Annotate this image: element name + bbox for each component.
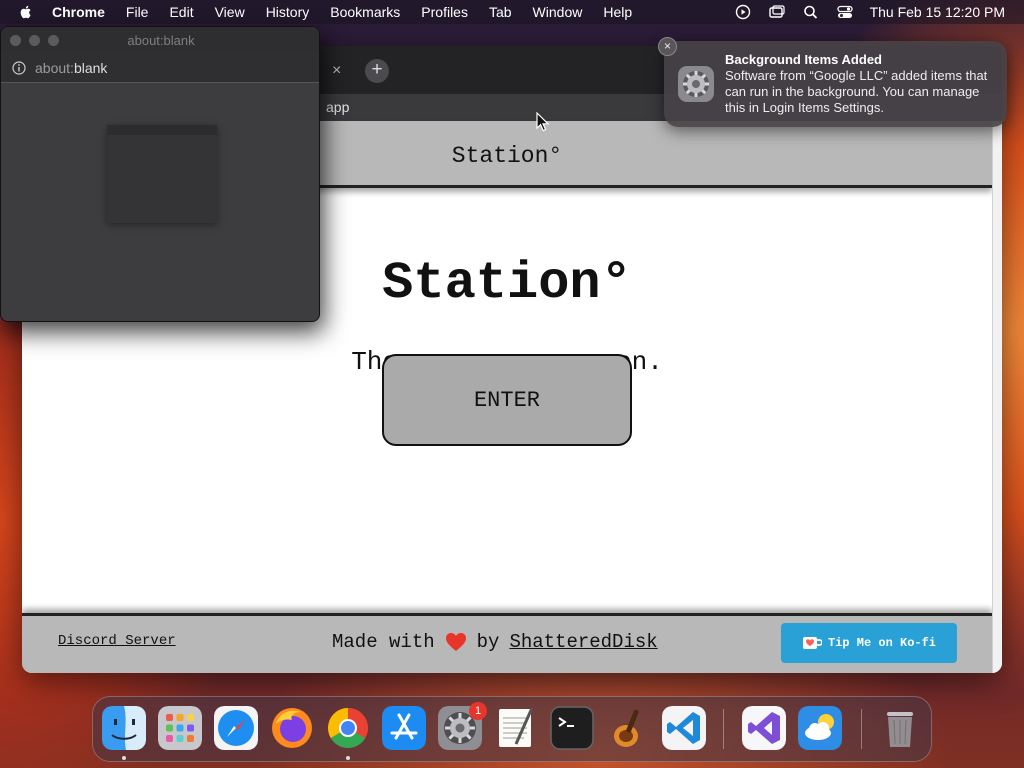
tab-close-button[interactable]: ×: [332, 62, 341, 80]
mouse-cursor-icon: [536, 112, 550, 132]
apple-menu-icon[interactable]: [18, 4, 34, 20]
finder-running-dot: [122, 756, 126, 760]
menu-bookmarks[interactable]: Bookmarks: [330, 0, 400, 24]
popup-titlebar[interactable]: about:blank: [1, 27, 319, 53]
menu-tab[interactable]: Tab: [489, 0, 512, 24]
info-icon[interactable]: [12, 61, 26, 75]
kofi-cup-icon: [802, 637, 822, 649]
system-settings-badge: 1: [469, 702, 487, 720]
menu-window[interactable]: Window: [533, 0, 583, 24]
visual-studio-icon[interactable]: [742, 706, 786, 750]
menubar-clock[interactable]: Thu Feb 15 12:20 PM: [870, 4, 1005, 20]
google-chrome-icon[interactable]: [326, 706, 370, 750]
dock-separator: [723, 709, 724, 749]
kofi-tip-button[interactable]: Tip Me on Ko-fi: [781, 623, 957, 663]
heart-icon: [445, 633, 466, 651]
address-text: app: [326, 99, 350, 115]
popup-content: [1, 83, 319, 321]
background-items-notification[interactable]: Background Items Added Software from “Go…: [664, 41, 1007, 127]
control-center-icon[interactable]: [836, 4, 854, 20]
menu-edit[interactable]: Edit: [169, 0, 193, 24]
about-blank-popup-window: about:blank about:blank: [0, 26, 320, 322]
stage-manager-icon[interactable]: [768, 4, 786, 20]
menu-history[interactable]: History: [266, 0, 310, 24]
popup-url-scheme: about:: [35, 60, 74, 76]
menu-view[interactable]: View: [215, 0, 245, 24]
popup-url-path: blank: [73, 60, 108, 76]
author-link[interactable]: ShatteredDisk: [509, 631, 657, 653]
safari-icon[interactable]: [214, 706, 258, 750]
launchpad-icon[interactable]: [158, 706, 202, 750]
popup-url: about:blank: [35, 60, 107, 76]
menu-bar: Chrome File Edit View History Bookmarks …: [0, 0, 1024, 24]
notification-title: Background Items Added: [725, 52, 882, 67]
firefox-icon[interactable]: [270, 706, 314, 750]
dock: [92, 696, 932, 762]
scrollbar[interactable]: [992, 121, 1002, 673]
site-footer: Discord Server Made with by ShatteredDis…: [22, 613, 992, 673]
finder-icon[interactable]: [102, 706, 146, 750]
dock-separator: [861, 709, 862, 749]
chrome-running-dot: [346, 756, 350, 760]
new-tab-button[interactable]: +: [365, 59, 389, 83]
menu-app-chrome[interactable]: Chrome: [52, 0, 105, 24]
kofi-label: Tip Me on Ko-fi: [827, 636, 937, 650]
trash-icon[interactable]: [878, 706, 922, 750]
made-with-by: by: [476, 631, 500, 653]
notification-body: Software from “Google LLC” added items t…: [725, 68, 988, 115]
enter-button[interactable]: ENTER: [382, 354, 632, 446]
screen-recording-icon[interactable]: [734, 4, 752, 20]
popup-address-bar[interactable]: about:blank: [1, 53, 319, 83]
menu-file[interactable]: File: [126, 0, 149, 24]
system-settings-gear-icon: [678, 66, 714, 102]
notification-close-button[interactable]: ×: [658, 37, 677, 56]
weather-icon[interactable]: [798, 706, 842, 750]
made-with-prefix: Made with: [332, 631, 435, 653]
visual-studio-code-icon[interactable]: [662, 706, 706, 750]
made-with-credit: Made with by ShatteredDisk: [332, 631, 658, 653]
thumbnail-titlebar: [107, 125, 217, 135]
textedit-icon[interactable]: [494, 706, 538, 750]
menu-help[interactable]: Help: [603, 0, 632, 24]
popup-title: about:blank: [127, 33, 195, 48]
app-store-icon[interactable]: [382, 706, 426, 750]
terminal-icon[interactable]: [550, 706, 594, 750]
garageband-icon[interactable]: [606, 706, 650, 750]
discord-server-link[interactable]: Discord Server: [58, 633, 176, 649]
spotlight-search-icon[interactable]: [802, 4, 820, 20]
window-thumbnail: [107, 125, 217, 223]
menu-profiles[interactable]: Profiles: [421, 0, 468, 24]
